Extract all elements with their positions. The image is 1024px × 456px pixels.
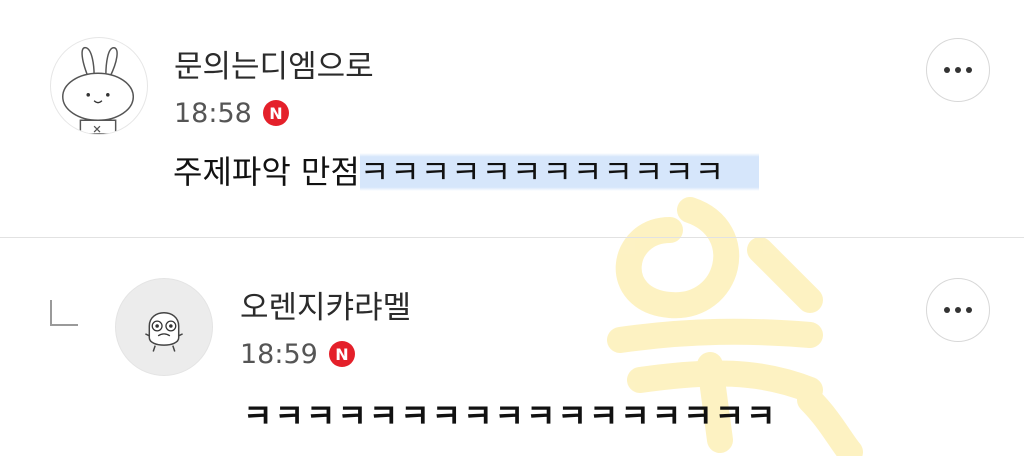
reply-comment-item: 오렌지캬랴멜 18:59 N ㅋㅋㅋㅋㅋㅋㅋㅋㅋㅋㅋㅋㅋㅋㅋㅋㅋ bbox=[0, 238, 1024, 456]
comment-text: ㅋㅋㅋㅋㅋㅋㅋㅋㅋㅋㅋㅋㅋㅋㅋㅋㅋ bbox=[243, 397, 778, 435]
comment-author[interactable]: 오렌지캬랴멜 bbox=[240, 293, 411, 324]
comment-text-highlight: ㅋㅋㅋㅋㅋㅋㅋㅋㅋㅋㅋㅋ bbox=[359, 153, 760, 191]
comment-item: 문의는디엠으로 18:58 N 주제파악 만점ㅋㅋㅋㅋㅋㅋㅋㅋㅋㅋㅋㅋ bbox=[0, 0, 1024, 238]
more-options-icon bbox=[944, 67, 972, 73]
reply-indent-icon bbox=[50, 300, 78, 326]
bunny-avatar-icon[interactable] bbox=[50, 37, 148, 135]
new-badge-icon: N bbox=[329, 341, 355, 367]
comment-time: 18:58 bbox=[174, 98, 252, 129]
comment-text-plain: 주제파악 만점 bbox=[173, 153, 360, 191]
more-options-icon bbox=[944, 307, 972, 313]
comment-text: 주제파악 만점ㅋㅋㅋㅋㅋㅋㅋㅋㅋㅋㅋㅋ bbox=[173, 152, 760, 192]
comment-time: 18:59 bbox=[240, 339, 318, 370]
character-avatar-icon[interactable] bbox=[115, 278, 213, 376]
new-badge-icon: N bbox=[263, 100, 289, 126]
comment-author[interactable]: 문의는디엠으로 bbox=[174, 52, 374, 83]
more-options-button[interactable] bbox=[926, 278, 990, 342]
more-options-button[interactable] bbox=[926, 38, 990, 102]
